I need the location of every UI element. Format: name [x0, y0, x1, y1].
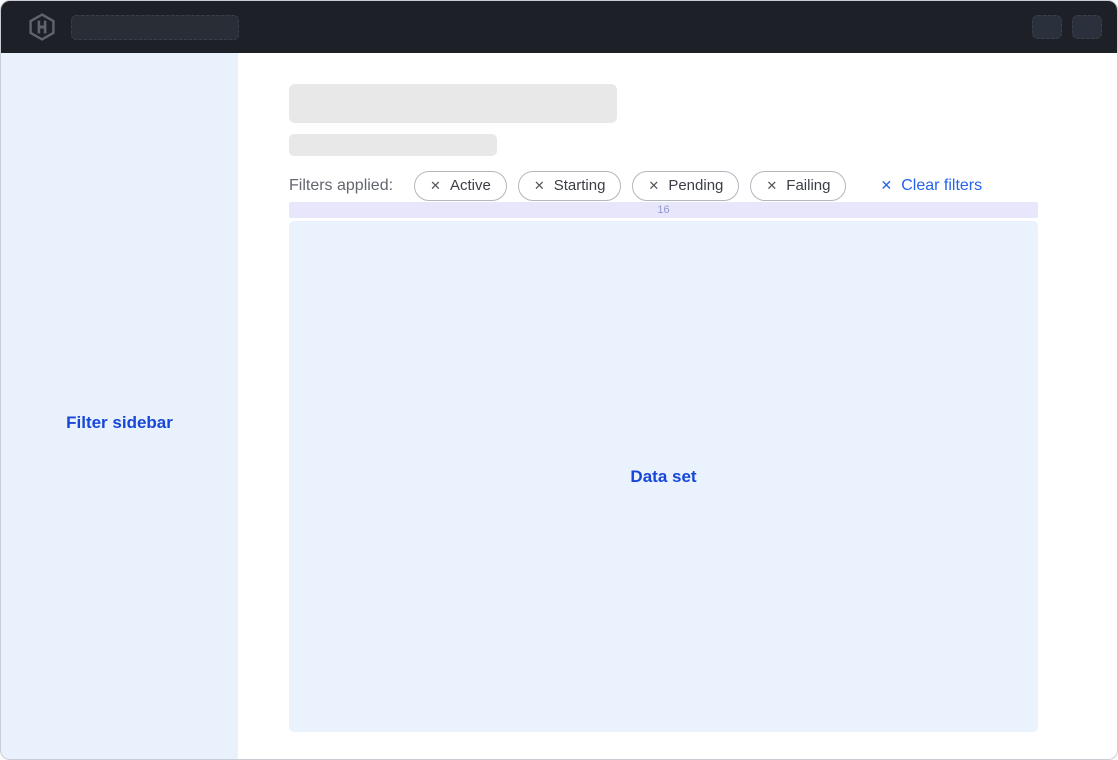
subtitle-placeholder	[289, 134, 497, 156]
filter-chips: ✕ Active ✕ Starting ✕ Pending ✕ Failing	[414, 171, 846, 201]
filters-applied-row: Filters applied: ✕ Active ✕ Starting ✕ P…	[289, 170, 1117, 201]
filter-chip-active[interactable]: ✕ Active	[414, 171, 507, 201]
filter-chip-label: Active	[450, 178, 491, 193]
filter-chip-pending[interactable]: ✕ Pending	[632, 171, 739, 201]
data-set-area: Data set	[289, 221, 1038, 732]
close-icon[interactable]: ✕	[766, 179, 777, 192]
main-content: Filters applied: ✕ Active ✕ Starting ✕ P…	[238, 53, 1117, 759]
app-body: Filter sidebar Filters applied: ✕ Active…	[1, 53, 1117, 759]
close-icon[interactable]: ✕	[648, 179, 659, 192]
top-nav-bar	[1, 1, 1117, 53]
filter-chip-failing[interactable]: ✕ Failing	[750, 171, 846, 201]
filter-chip-starting[interactable]: ✕ Starting	[518, 171, 622, 201]
result-count-bar: 16	[289, 202, 1038, 218]
filter-chip-label: Pending	[668, 178, 723, 193]
close-icon: ✕	[880, 177, 892, 194]
filter-sidebar-label: Filter sidebar	[66, 413, 173, 433]
filter-sidebar: Filter sidebar	[1, 53, 238, 759]
result-count: 16	[657, 205, 669, 216]
filter-chip-label: Failing	[786, 178, 830, 193]
close-icon[interactable]: ✕	[430, 179, 441, 192]
topbar-button-placeholder-2[interactable]	[1072, 15, 1102, 39]
topbar-button-placeholder-1[interactable]	[1032, 15, 1062, 39]
data-set-label: Data set	[630, 467, 696, 487]
close-icon[interactable]: ✕	[534, 179, 545, 192]
app-window: Filter sidebar Filters applied: ✕ Active…	[0, 0, 1118, 760]
clear-filters-button[interactable]: ✕ Clear filters	[880, 177, 982, 195]
filters-applied-label: Filters applied:	[289, 177, 393, 195]
filter-chip-label: Starting	[554, 178, 606, 193]
title-placeholder	[289, 84, 617, 123]
nav-search-placeholder[interactable]	[71, 15, 239, 40]
hashicorp-logo-icon	[29, 13, 55, 41]
clear-filters-label: Clear filters	[901, 177, 982, 195]
